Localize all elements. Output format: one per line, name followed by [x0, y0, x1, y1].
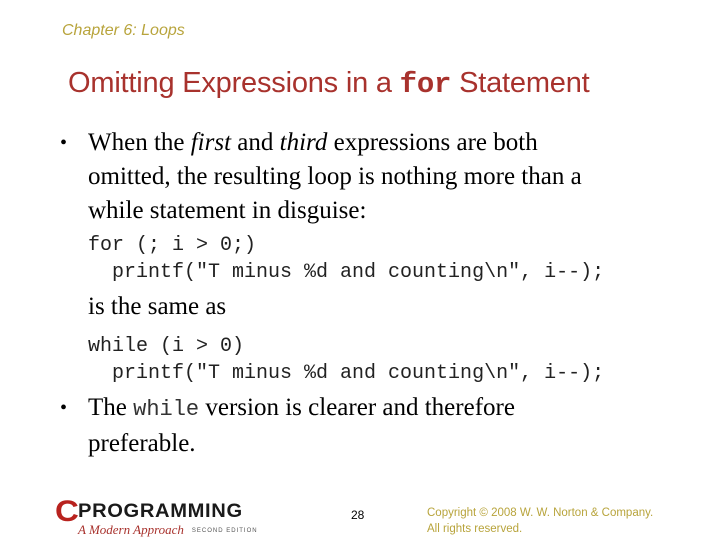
bullet-dot-icon: • [60, 132, 68, 154]
copyright: Copyright © 2008 W. W. Norton & Company.… [427, 505, 653, 537]
emphasis-first: first [190, 129, 232, 156]
text-span: When the [88, 129, 191, 156]
book-logo: C PROGRAMMING A Modern Approach SECOND ED… [55, 497, 275, 539]
bullet-line: omitted, the resulting loop is nothing m… [88, 163, 582, 190]
logo-c-icon: C [55, 495, 79, 528]
copyright-line: All rights reserved. [427, 523, 523, 535]
bullet-line: while statement in disguise: [88, 197, 367, 224]
code-line: for (; i > 0;) [88, 234, 257, 257]
logo-subtitle: A Modern Approach SECOND EDITION [78, 522, 258, 538]
code-line: printf("T minus %d and counting\n", i--)… [88, 362, 605, 385]
text-span: and [231, 129, 280, 156]
copyright-line: Copyright © 2008 W. W. Norton & Company. [427, 507, 654, 519]
code-block-for: for (; i > 0;) printf("T minus %d and co… [88, 232, 604, 286]
code-line: printf("T minus %d and counting\n", i--)… [88, 261, 605, 284]
code-block-while: while (i > 0) printf("T minus %d and cou… [88, 333, 604, 387]
bullet-line: When the first and third expressions are… [88, 126, 582, 160]
chapter-label: Chapter 6: Loops [62, 22, 185, 39]
title-code-keyword: for [399, 68, 452, 101]
title-text-before: Omitting Expressions in a [68, 67, 400, 99]
text-span: The [88, 394, 134, 421]
bullet-text: When the first and third expressions are… [88, 126, 582, 228]
page-number: 28 [351, 508, 365, 522]
bullet-line: preferable. [88, 430, 196, 457]
bullet-dot-icon: • [60, 397, 68, 419]
inline-code-while: while [133, 397, 200, 422]
text-span: expressions are both [327, 129, 538, 156]
bullet-text: The while version is clearer and therefo… [88, 391, 515, 461]
title-text-after: Statement [451, 67, 590, 99]
code-line: while (i > 0) [88, 335, 245, 358]
slide-title: Omitting Expressions in a for Statement [68, 67, 590, 101]
bullet-line: The while version is clearer and therefo… [88, 391, 515, 427]
connector-text: is the same as [88, 293, 227, 320]
text-span: version is clearer and therefore [199, 394, 515, 421]
emphasis-third: third [279, 129, 328, 156]
logo-subtitle-text: A Modern Approach [78, 522, 184, 537]
logo-programming-text: PROGRAMMING [78, 501, 243, 522]
logo-edition: SECOND EDITION [191, 528, 258, 534]
